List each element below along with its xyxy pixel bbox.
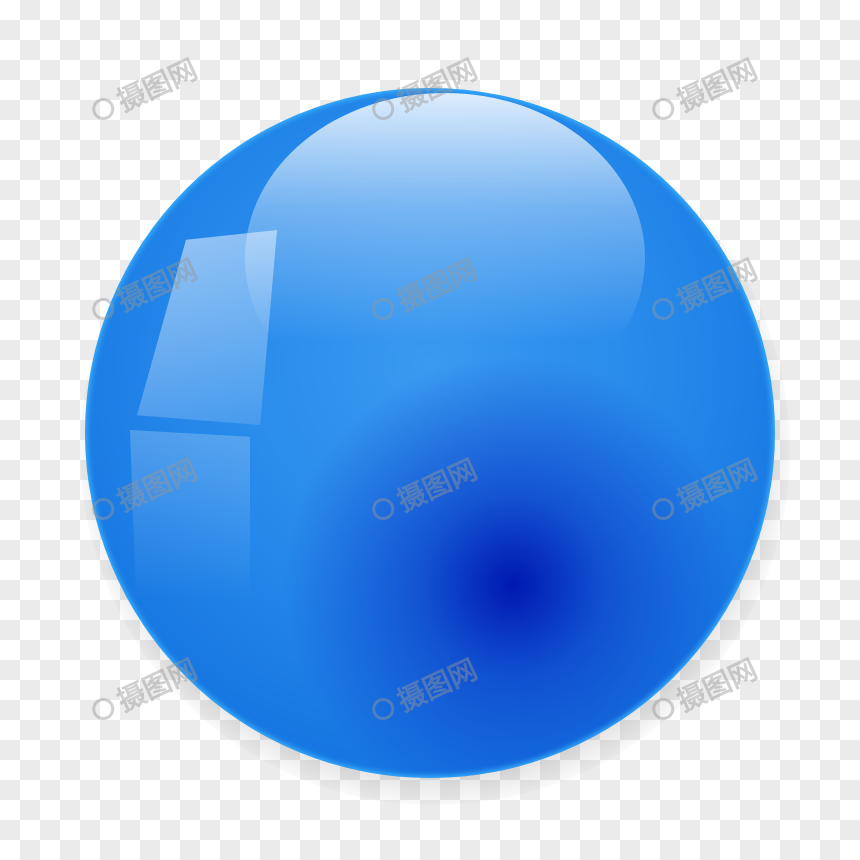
window-reflection-upper	[137, 230, 277, 425]
watermark: 摄图网	[645, 48, 763, 132]
watermark: 摄图网	[85, 48, 203, 132]
watermark-logo-icon	[88, 94, 118, 124]
watermark-text: 摄图网	[112, 52, 203, 119]
watermark-logo-icon	[648, 94, 678, 124]
watermark-logo-icon	[88, 294, 118, 324]
watermark: 摄图网	[85, 648, 203, 732]
watermark-text: 摄图网	[672, 52, 763, 119]
watermark-logo-icon	[88, 694, 118, 724]
